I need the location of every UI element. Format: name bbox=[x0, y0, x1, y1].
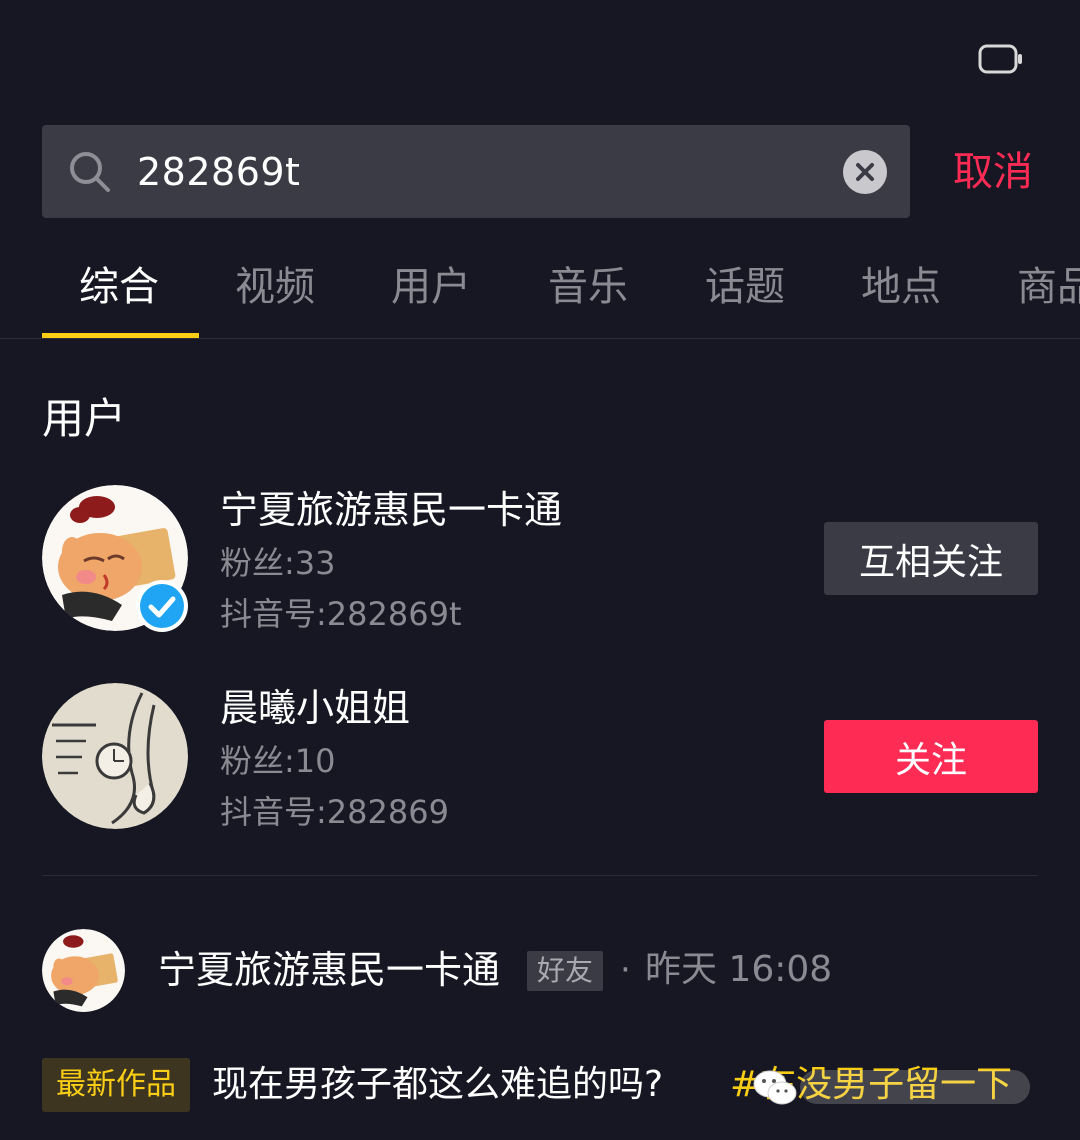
watermark bbox=[800, 1070, 1030, 1104]
user-fans: 粉丝:33 bbox=[220, 544, 336, 582]
search-icon bbox=[68, 150, 112, 194]
cancel-button[interactable]: 取消 bbox=[953, 146, 1033, 198]
tab-users[interactable]: 用户 bbox=[391, 262, 471, 312]
user-douyin-id: 抖音号:282869 bbox=[220, 793, 449, 831]
tab-comprehensive[interactable]: 综合 bbox=[79, 262, 159, 312]
tab-products[interactable]: 商品 bbox=[1017, 262, 1080, 312]
user-name[interactable]: 晨曦小姐姐 bbox=[220, 684, 410, 732]
battery-icon bbox=[978, 43, 1024, 75]
tab-places[interactable]: 地点 bbox=[861, 262, 941, 312]
post-text[interactable]: 现在男孩子都这么难追的吗? bbox=[212, 1058, 663, 1112]
latest-work-badge: 最新作品 bbox=[42, 1058, 190, 1112]
section-divider bbox=[42, 875, 1038, 876]
users-section-title: 用户 bbox=[42, 394, 127, 443]
tabs-divider bbox=[0, 338, 1080, 339]
follow-button[interactable]: 关注 bbox=[824, 720, 1038, 793]
post-time: 昨天 16:08 bbox=[645, 949, 833, 990]
search-input[interactable]: 282869t bbox=[137, 148, 300, 196]
avatar[interactable] bbox=[42, 683, 188, 829]
tab-topics[interactable]: 话题 bbox=[705, 262, 785, 312]
mutual-follow-button[interactable]: 互相关注 bbox=[824, 522, 1038, 595]
clear-icon[interactable] bbox=[843, 150, 887, 194]
friend-badge: 好友 bbox=[527, 951, 604, 991]
avatar[interactable] bbox=[42, 929, 125, 1012]
verified-icon bbox=[136, 580, 188, 632]
wechat-icon bbox=[752, 1068, 798, 1108]
user-name[interactable]: 宁夏旅游惠民一卡通 bbox=[220, 486, 562, 534]
separator-dot: · bbox=[620, 950, 631, 990]
user-douyin-id: 抖音号:282869t bbox=[220, 595, 462, 633]
user-fans: 粉丝:10 bbox=[220, 742, 336, 780]
tab-music[interactable]: 音乐 bbox=[548, 262, 628, 312]
post-author[interactable]: 宁夏旅游惠民一卡通 bbox=[158, 946, 500, 994]
tab-videos[interactable]: 视频 bbox=[235, 262, 315, 312]
